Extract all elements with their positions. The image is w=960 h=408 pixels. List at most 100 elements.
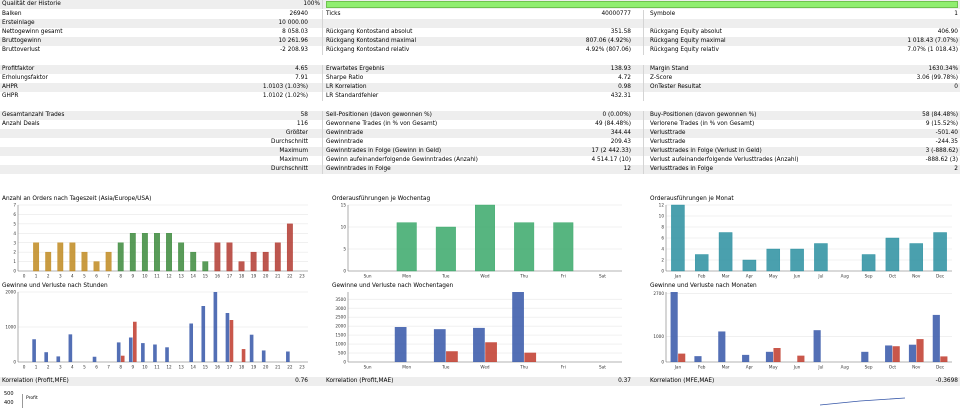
bar <box>932 314 940 362</box>
column-divider <box>643 74 644 83</box>
stat-label: Bruttogewinn <box>2 38 42 44</box>
bar <box>670 292 678 362</box>
column-divider <box>322 147 323 156</box>
stat-value: 7.91 <box>295 75 308 81</box>
chart-title: Gewinne und Verluste nach Monaten <box>650 283 757 289</box>
stats-row: Ersteinlage 10 000.00 <box>0 19 960 28</box>
x-tick-label: 2 <box>47 365 50 370</box>
chart-title: Anzahl an Orders nach Tageszeit (Asia/Eu… <box>2 196 152 202</box>
x-tick-label: 3 <box>59 365 62 370</box>
y-tick-label: 0 <box>343 360 346 365</box>
bar <box>92 356 97 362</box>
bar <box>249 334 254 362</box>
stat-label: Anzahl Deals <box>2 121 40 127</box>
stats-row: Gesamtanzahl Trades 58 Sell-Positionen (da… <box>0 111 960 120</box>
x-tick-label: Sep <box>865 365 873 370</box>
stats-row: Balken 26940 Ticks 40000777 Symbole 1 <box>0 10 960 19</box>
stat-label: Ersteinlage <box>2 20 35 26</box>
stat-value: 10 000.00 <box>278 20 308 26</box>
stats-row: Profitfaktor 4.65 Erwartetes Ergebnis 138.9… <box>0 65 960 74</box>
bar <box>433 329 446 362</box>
stat-label: Größter <box>285 130 308 136</box>
y-tick-label: 2 <box>13 250 16 255</box>
bar <box>81 251 88 272</box>
x-tick-label: 19 <box>251 365 257 370</box>
y-tick-label: 12 <box>659 203 665 208</box>
stats-row: GHPR 1.0102 (1.02%) LR Standardfehler 432.3… <box>0 92 960 101</box>
bar <box>553 222 574 272</box>
x-tick-label: Tue <box>441 274 450 279</box>
y-tick-label: 0 <box>661 360 664 365</box>
column-divider <box>322 74 323 83</box>
bar <box>908 344 917 362</box>
x-tick-label: 7 <box>107 274 110 279</box>
stat-value: 209.43 <box>610 139 631 145</box>
x-tick-label: 20 <box>263 274 269 279</box>
x-tick-label: 9 <box>131 365 134 370</box>
bar <box>44 352 49 362</box>
bar <box>69 242 76 272</box>
column-divider <box>322 65 323 74</box>
x-tick-label: 4 <box>71 274 74 279</box>
x-tick-label: Oct <box>889 365 897 370</box>
bar <box>885 237 900 272</box>
column-divider <box>322 92 323 101</box>
stat-value: 4.65 <box>295 66 308 72</box>
corr-profit-mae-label: Korrelation (Profit,MAE) <box>326 378 394 384</box>
column-divider <box>322 0 323 9</box>
y-tick-label: 1000 <box>653 334 664 339</box>
stat-value: 406.90 <box>937 29 958 35</box>
bar <box>141 233 148 272</box>
stat-value: 40000777 <box>601 11 631 17</box>
bar <box>214 242 221 272</box>
orders-by-hour-chart: Anzahl an Orders nach Tageszeit (Asia/Eu… <box>0 196 316 282</box>
bar <box>202 261 209 272</box>
stats-row: Bruttoverlust -2 208.93 Rückgang Kontostan… <box>0 46 960 55</box>
column-divider <box>643 156 644 165</box>
stat-value: 1 018.43 (7.07%) <box>907 38 958 44</box>
y-tick-label: 1500 <box>335 333 346 338</box>
x-tick-label: Feb <box>698 365 706 370</box>
bar <box>57 242 64 272</box>
column-divider <box>322 46 323 55</box>
x-tick-label: 22 <box>287 274 293 279</box>
stat-value: 7.07% (1 018.43) <box>907 47 958 53</box>
chart-title: Gewinne und Verluste nach Wochentagen <box>332 283 454 289</box>
pnl-by-hour-chart: Gewinne und Verluste nach Stunden 0 1000 20… <box>0 283 316 373</box>
x-tick-label: 8 <box>119 365 122 370</box>
chart-title: Orderausführungen je Wochentag <box>332 196 431 202</box>
x-tick-label: 22 <box>287 365 293 370</box>
column-divider <box>643 165 644 174</box>
column-divider <box>643 65 644 74</box>
y-tick-label: 3000 <box>335 306 346 311</box>
bar <box>274 242 281 272</box>
x-tick-label: 18 <box>239 274 245 279</box>
quality-value: 100% <box>303 1 320 7</box>
column-divider <box>643 92 644 101</box>
x-tick-label: Mon <box>402 365 411 370</box>
bar <box>861 351 869 362</box>
x-tick-label: Jul <box>817 274 823 279</box>
x-tick-label: 14 <box>191 274 197 279</box>
corr-profit-mfe-value: 0.76 <box>295 378 308 384</box>
stat-value: 0 (0.00%) <box>602 112 631 118</box>
x-tick-label: 21 <box>275 365 281 370</box>
stat-value: 351.58 <box>610 29 631 35</box>
stat-label: GHPR <box>2 93 19 99</box>
x-tick-label: Fri <box>561 274 566 279</box>
y-tick-label: 15 <box>341 203 347 208</box>
bar <box>765 351 774 362</box>
x-tick-label: 3 <box>59 274 62 279</box>
x-tick-label: Tue <box>441 365 450 370</box>
x-tick-label: 11 <box>154 365 160 370</box>
stat-value: 58 <box>300 112 308 118</box>
x-tick-label: 6 <box>95 365 98 370</box>
x-tick-label: 14 <box>191 365 197 370</box>
column-divider <box>322 10 323 19</box>
x-tick-label: 15 <box>203 274 209 279</box>
bar <box>694 356 702 362</box>
y-tick-label: 0 <box>13 269 16 274</box>
x-tick-label: 5 <box>83 274 86 279</box>
column-divider <box>643 147 644 156</box>
column-divider <box>643 111 644 120</box>
